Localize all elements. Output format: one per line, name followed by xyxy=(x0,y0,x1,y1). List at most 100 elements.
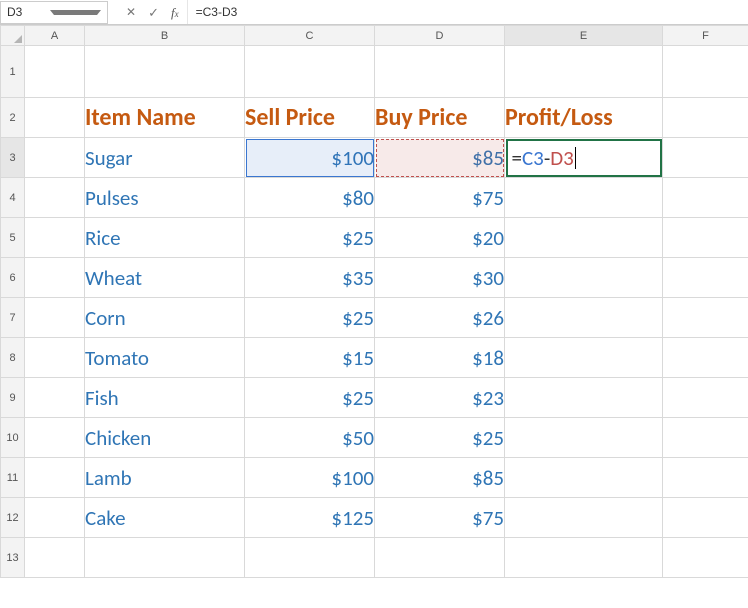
cell-F5[interactable] xyxy=(663,218,748,258)
cell-C10[interactable]: $50 xyxy=(245,418,375,458)
cell-A9[interactable] xyxy=(25,378,85,418)
row-header-1[interactable]: 1 xyxy=(1,46,25,98)
cell-E12[interactable] xyxy=(505,498,663,538)
col-header-C[interactable]: C xyxy=(245,26,375,46)
cell-F7[interactable] xyxy=(663,298,748,338)
cell-C12[interactable]: $125 xyxy=(245,498,375,538)
cell-D9[interactable]: $23 xyxy=(375,378,505,418)
cell-E7[interactable] xyxy=(505,298,663,338)
cell-A1[interactable] xyxy=(25,46,85,98)
cell-E4[interactable] xyxy=(505,178,663,218)
cell-C4[interactable]: $80 xyxy=(245,178,375,218)
row-header-2[interactable]: 2 xyxy=(1,98,25,138)
row-header-3[interactable]: 3 xyxy=(1,138,25,178)
cell-C7[interactable]: $25 xyxy=(245,298,375,338)
row-header-8[interactable]: 8 xyxy=(1,338,25,378)
cell-B8[interactable]: Tomato xyxy=(85,338,245,378)
cell-F2[interactable] xyxy=(663,98,748,138)
cell-D11[interactable]: $85 xyxy=(375,458,505,498)
cell-A10[interactable] xyxy=(25,418,85,458)
cell-A4[interactable] xyxy=(25,178,85,218)
name-box[interactable]: D3 xyxy=(0,1,108,24)
cell-E8[interactable] xyxy=(505,338,663,378)
cell-E3[interactable] xyxy=(505,138,663,178)
row-header-12[interactable]: 12 xyxy=(1,498,25,538)
cell-B12[interactable]: Cake xyxy=(85,498,245,538)
cell-B2[interactable]: Item Name xyxy=(85,98,245,138)
row-header-13[interactable]: 13 xyxy=(1,538,25,578)
cell-F1[interactable] xyxy=(663,46,748,98)
cell-D13[interactable] xyxy=(375,538,505,578)
cell-F4[interactable] xyxy=(663,178,748,218)
cell-B10[interactable]: Chicken xyxy=(85,418,245,458)
row-header-7[interactable]: 7 xyxy=(1,298,25,338)
cell-A6[interactable] xyxy=(25,258,85,298)
cell-A2[interactable] xyxy=(25,98,85,138)
row-header-10[interactable]: 10 xyxy=(1,418,25,458)
cell-A8[interactable] xyxy=(25,338,85,378)
cell-F3[interactable] xyxy=(663,138,748,178)
cell-C8[interactable]: $15 xyxy=(245,338,375,378)
cell-E2[interactable]: Profit/Loss xyxy=(505,98,663,138)
cell-F9[interactable] xyxy=(663,378,748,418)
cell-C2[interactable]: Sell Price xyxy=(245,98,375,138)
col-header-F[interactable]: F xyxy=(663,26,748,46)
row-header-9[interactable]: 9 xyxy=(1,378,25,418)
row-header-6[interactable]: 6 xyxy=(1,258,25,298)
cell-D8[interactable]: $18 xyxy=(375,338,505,378)
cell-C13[interactable] xyxy=(245,538,375,578)
cell-D6[interactable]: $30 xyxy=(375,258,505,298)
cell-E9[interactable] xyxy=(505,378,663,418)
cancel-icon[interactable]: ✕ xyxy=(126,6,136,18)
col-header-A[interactable]: A xyxy=(25,26,85,46)
cell-C6[interactable]: $35 xyxy=(245,258,375,298)
cell-E11[interactable] xyxy=(505,458,663,498)
cell-B3[interactable]: Sugar xyxy=(85,138,245,178)
cell-A5[interactable] xyxy=(25,218,85,258)
row-header-11[interactable]: 11 xyxy=(1,458,25,498)
cell-C11[interactable]: $100 xyxy=(245,458,375,498)
cell-B6[interactable]: Wheat xyxy=(85,258,245,298)
col-header-B[interactable]: B xyxy=(85,26,245,46)
cell-F11[interactable] xyxy=(663,458,748,498)
cell-F12[interactable] xyxy=(663,498,748,538)
select-all-corner[interactable] xyxy=(1,26,25,46)
cell-E1[interactable] xyxy=(505,46,663,98)
cell-D1[interactable] xyxy=(375,46,505,98)
row-header-4[interactable]: 4 xyxy=(1,178,25,218)
cell-D2[interactable]: Buy Price xyxy=(375,98,505,138)
cell-A13[interactable] xyxy=(25,538,85,578)
cell-B13[interactable] xyxy=(85,538,245,578)
cell-A11[interactable] xyxy=(25,458,85,498)
cell-B11[interactable]: Lamb xyxy=(85,458,245,498)
cell-C5[interactable]: $25 xyxy=(245,218,375,258)
cell-C9[interactable]: $25 xyxy=(245,378,375,418)
cell-C3[interactable]: $100 xyxy=(245,138,375,178)
cell-A3[interactable] xyxy=(25,138,85,178)
grid[interactable]: A B C D E F 1 2 Item Name Sell Price Buy… xyxy=(0,25,748,578)
cell-D3[interactable]: $85 xyxy=(375,138,505,178)
cell-B7[interactable]: Corn xyxy=(85,298,245,338)
cell-E10[interactable] xyxy=(505,418,663,458)
cell-F10[interactable] xyxy=(663,418,748,458)
cell-D7[interactable]: $26 xyxy=(375,298,505,338)
cell-D5[interactable]: $20 xyxy=(375,218,505,258)
cell-E6[interactable] xyxy=(505,258,663,298)
formula-input[interactable]: =C3-D3 xyxy=(187,0,748,24)
cell-D10[interactable]: $25 xyxy=(375,418,505,458)
confirm-icon[interactable]: ✓ xyxy=(148,6,159,19)
cell-F13[interactable] xyxy=(663,538,748,578)
cell-B9[interactable]: Fish xyxy=(85,378,245,418)
cell-A12[interactable] xyxy=(25,498,85,538)
cell-B1[interactable] xyxy=(85,46,245,98)
cell-D4[interactable]: $75 xyxy=(375,178,505,218)
cell-C1[interactable] xyxy=(245,46,375,98)
cell-F6[interactable] xyxy=(663,258,748,298)
cell-B5[interactable]: Rice xyxy=(85,218,245,258)
cell-E5[interactable] xyxy=(505,218,663,258)
cell-A7[interactable] xyxy=(25,298,85,338)
row-header-5[interactable]: 5 xyxy=(1,218,25,258)
fx-icon[interactable]: fx xyxy=(171,6,179,19)
cell-B4[interactable]: Pulses xyxy=(85,178,245,218)
spreadsheet[interactable]: A B C D E F 1 2 Item Name Sell Price Buy… xyxy=(0,25,748,578)
